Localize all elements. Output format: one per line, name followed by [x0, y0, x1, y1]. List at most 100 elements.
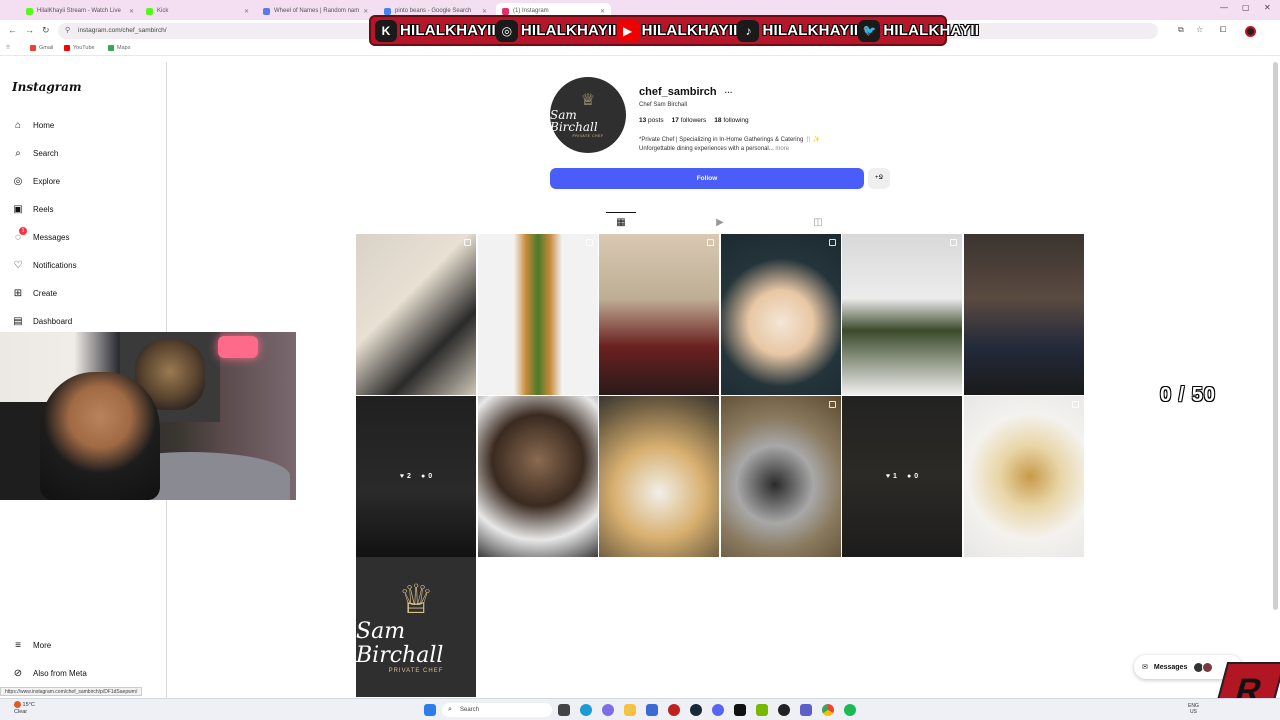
store-icon[interactable] — [646, 704, 658, 716]
chef-hat-icon: ♕ — [580, 91, 596, 109]
browser-tab-3[interactable]: Wheel of Names | Random nam ✕ — [257, 3, 372, 19]
browser-tab-2[interactable]: Kick ✕ — [140, 3, 255, 19]
sidebar-item-create[interactable]: ⊞ Create — [12, 287, 57, 299]
profile-username: chef_sambirch — [639, 86, 717, 98]
meta-icon: ⊘ — [13, 667, 23, 679]
bookmark-star-icon[interactable]: ☆ — [1196, 25, 1203, 34]
app-icon[interactable] — [668, 704, 680, 716]
post-tile[interactable] — [599, 396, 719, 557]
tab-tagged[interactable]: ◫ — [803, 212, 833, 232]
forward-icon[interactable]: → — [25, 25, 34, 35]
bio-more-link[interactable]: more — [775, 146, 789, 152]
bookmark-maps[interactable]: Maps — [108, 45, 130, 51]
tab-title: Kick — [157, 8, 169, 14]
comments-count: 0 — [428, 473, 433, 480]
site-info-icon[interactable]: ⚲ — [65, 23, 70, 39]
close-tab-icon[interactable]: ✕ — [482, 8, 487, 15]
edge-icon[interactable] — [580, 704, 592, 716]
banner-handle: HILALKHAYII — [641, 22, 738, 39]
minimize-icon[interactable]: — — [1220, 3, 1228, 12]
sidebar-item-label: Dashboard — [33, 316, 73, 326]
extensions-icon[interactable]: ⧠ — [1220, 25, 1226, 35]
page-scrollbar[interactable] — [1273, 62, 1278, 610]
heart-icon: ♥ — [885, 473, 891, 480]
reload-icon[interactable]: ↻ — [42, 25, 50, 36]
capcut-icon[interactable] — [734, 704, 746, 716]
copilot-icon[interactable] — [602, 704, 614, 716]
tab-reels[interactable]: ▶ — [705, 212, 735, 232]
task-view-icon[interactable] — [558, 704, 570, 716]
following-link[interactable]: 18 following — [714, 117, 748, 124]
language-indicator[interactable]: ENG US — [1188, 703, 1199, 715]
profile-username-row: chef_sambirch ··· — [639, 86, 733, 98]
sidebar-item-also-from-meta[interactable]: ⊘ Also from Meta — [12, 667, 87, 679]
install-icon[interactable]: ⧉ — [1178, 25, 1184, 35]
teams-icon[interactable] — [800, 704, 812, 716]
post-tile[interactable] — [842, 234, 962, 395]
nvidia-icon[interactable] — [756, 704, 768, 716]
bio-line-2: Unforgettable dining experiences with a … — [639, 145, 879, 154]
gmail-icon — [30, 45, 36, 51]
sidebar-item-home[interactable]: ⌂ Home — [12, 119, 54, 131]
tab-posts[interactable]: ▦ — [606, 212, 636, 232]
sidebar-item-search[interactable]: ⌕ Search — [12, 147, 58, 159]
profile-avatar[interactable] — [1245, 26, 1256, 37]
post-tile[interactable]: ♥ 1 ● 0 — [842, 396, 962, 557]
post-tile[interactable] — [963, 396, 1084, 557]
browser-tab-1[interactable]: HilalKhayii Stream - Watch Live ✕ — [20, 3, 140, 19]
post-tile[interactable] — [720, 396, 841, 557]
banner-instagram: ◎ HILALKHAYII — [495, 19, 617, 42]
carousel-icon — [707, 239, 714, 246]
taskbar-search[interactable]: ⌕ Search — [442, 703, 552, 717]
sidebar-item-messages[interactable]: ◌ 1 Messages — [12, 227, 69, 243]
discord-icon[interactable] — [712, 704, 724, 716]
steam-icon[interactable] — [690, 704, 702, 716]
weather-widget[interactable]: 15°C Clear — [14, 701, 35, 716]
file-explorer-icon[interactable] — [624, 704, 636, 716]
close-tab-icon[interactable]: ✕ — [363, 8, 368, 15]
follow-button[interactable]: Follow — [550, 168, 864, 189]
sidebar-item-dashboard[interactable]: ▤ Dashboard — [12, 315, 72, 327]
twitter-icon: 🐦 — [858, 19, 881, 42]
app-icon[interactable] — [778, 704, 790, 716]
post-tile[interactable] — [720, 234, 841, 395]
close-tab-icon[interactable]: ✕ — [129, 8, 134, 15]
post-tile-logo[interactable]: ♕ Sam Birchall PRIVATE CHEF — [356, 557, 476, 697]
reels-icon: ▶ — [716, 216, 724, 228]
post-tile[interactable] — [477, 234, 598, 395]
post-tile[interactable]: ♥ 2 ● 0 — [356, 396, 476, 557]
post-tile[interactable] — [963, 234, 1084, 395]
address-text: instagram.com/chef_sambirch/ — [78, 27, 167, 34]
followers-link[interactable]: 17 followers — [672, 117, 707, 124]
sidebar-item-reels[interactable]: ▣ Reels — [12, 203, 53, 215]
post-tile[interactable] — [599, 234, 719, 395]
sidebar-item-notifications[interactable]: ♡ Notifications — [12, 259, 77, 271]
back-icon[interactable]: ← — [8, 25, 17, 35]
likes-count: 2 — [407, 473, 411, 480]
bookmark-label: Maps — [117, 45, 131, 51]
bookmark-youtube[interactable]: YouTube — [64, 45, 95, 51]
maximize-icon[interactable]: ▢ — [1242, 3, 1250, 12]
posts-count: 13 posts — [639, 117, 664, 124]
post-hover-stats: ♥ 2 ● 0 — [356, 396, 476, 557]
carousel-icon — [585, 239, 593, 246]
apps-icon[interactable]: ⠿ — [6, 45, 10, 51]
windows-start-icon[interactable] — [424, 704, 436, 716]
spotify-icon[interactable] — [844, 704, 856, 716]
avatar — [1202, 661, 1214, 673]
suggested-accounts-button[interactable]: +Ջ — [868, 168, 890, 189]
close-tab-icon[interactable]: ✕ — [244, 8, 249, 15]
post-tile[interactable] — [356, 234, 476, 395]
chrome-icon[interactable] — [822, 704, 834, 716]
post-tile[interactable] — [477, 396, 598, 557]
profile-avatar-image[interactable]: ♕ Sam Birchall PRIVATE CHEF — [550, 77, 626, 153]
avatar-logo-text: Sam Birchall — [550, 107, 598, 134]
sidebar-item-more[interactable]: ≡ More — [12, 639, 51, 651]
sidebar-item-explore[interactable]: ◎ Explore — [12, 175, 61, 187]
close-tab-icon[interactable]: ✕ — [600, 8, 605, 15]
bookmark-gmail[interactable]: Gmail — [30, 45, 53, 51]
more-options-icon[interactable]: ··· — [725, 88, 733, 97]
instagram-logo[interactable]: Instagram — [12, 80, 82, 94]
close-window-icon[interactable]: ✕ — [1264, 3, 1271, 12]
bookmark-label: YouTube — [73, 45, 95, 51]
